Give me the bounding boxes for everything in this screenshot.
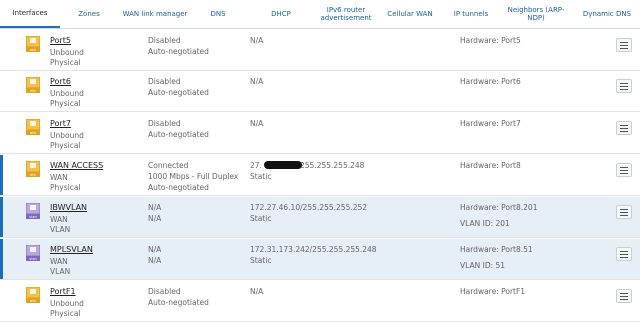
ethernet-port-icon: eth [26, 287, 40, 303]
interface-status: Connected [148, 161, 189, 170]
interface-ip-mode: Static [250, 214, 272, 223]
tab-bar: Interfaces Zones WAN link manager DNS DH… [0, 0, 640, 29]
interface-name-link[interactable]: MPLSVLAN [50, 245, 93, 254]
interface-hardware: Hardware: Port5 [460, 36, 521, 45]
selected-row-indicator [0, 155, 3, 195]
interface-speed: Auto-negotiated [148, 47, 209, 56]
svg-text:vlan: vlan [29, 257, 36, 261]
selected-row-indicator [0, 197, 3, 237]
tab-dns[interactable]: DNS [198, 0, 238, 28]
interface-vlan-id: VLAN ID: 201 [460, 219, 510, 228]
interface-zone: Unbound [50, 48, 84, 57]
tab-dynamic-dns[interactable]: Dynamic DNS [576, 0, 638, 28]
table-row: vlan MPLSVLAN WAN VLAN N/A N/A 172.31.17… [0, 239, 640, 280]
tab-ip-tunnels[interactable]: IP tunnels [448, 0, 494, 28]
interface-zone: WAN [50, 215, 68, 224]
tab-cellular-wan[interactable]: Cellular WAN [384, 0, 436, 28]
tab-interfaces[interactable]: Interfaces [0, 0, 60, 28]
interface-hardware: Hardware: Port7 [460, 119, 521, 128]
interface-zone: Unbound [50, 299, 84, 308]
row-menu-button[interactable] [616, 79, 632, 93]
svg-text:eth: eth [30, 131, 36, 135]
interface-ip: 172.31.173.242/255.255.255.248 [250, 245, 377, 254]
svg-text:eth: eth [30, 89, 36, 93]
interface-zone: WAN [50, 257, 68, 266]
interface-speed-mode: Auto-negotiated [148, 183, 209, 192]
row-menu-button[interactable] [616, 38, 632, 52]
svg-text:eth: eth [30, 173, 36, 177]
interface-hardware: Hardware: Port8.201 [460, 203, 538, 212]
interface-speed: N/A [148, 256, 162, 265]
interface-vlan-id: VLAN ID: 51 [460, 261, 506, 270]
ethernet-port-icon: eth [26, 36, 40, 52]
svg-text:eth: eth [30, 299, 36, 303]
interface-name-link[interactable]: Port6 [50, 77, 71, 86]
interface-name-link[interactable]: Port7 [50, 119, 71, 128]
row-menu-button[interactable] [616, 121, 632, 135]
interface-status: N/A [148, 245, 162, 254]
interface-type: VLAN [50, 225, 71, 234]
svg-text:vlan: vlan [29, 215, 36, 219]
interface-ip: 172.27.46.10/255.255.255.252 [250, 203, 368, 212]
interface-status: Disabled [148, 36, 181, 45]
interface-status: Disabled [148, 77, 181, 86]
interface-ip: N/A [250, 36, 264, 45]
tab-dhcp[interactable]: DHCP [246, 0, 316, 28]
interface-type: Physical [50, 99, 81, 108]
redacted-ip-mask [264, 161, 302, 169]
interface-ip-mode: Static [250, 172, 272, 181]
table-row: eth Port6 Unbound Physical Disabled Auto… [0, 71, 640, 112]
interface-status: Disabled [148, 287, 181, 296]
interface-ip-mode: Static [250, 256, 272, 265]
interface-ip-prefix: 27. [250, 161, 262, 170]
interface-name-link[interactable]: IBWVLAN [50, 203, 87, 212]
ethernet-port-icon: eth [26, 119, 40, 135]
interface-name-link[interactable]: PortF1 [50, 287, 76, 296]
tab-ipv6-router-advertisement[interactable]: IPv6 router advertisement [316, 0, 376, 28]
interface-type: Physical [50, 58, 81, 67]
tab-zones[interactable]: Zones [66, 0, 112, 28]
ethernet-port-icon: eth [26, 161, 40, 177]
interface-speed: Auto-negotiated [148, 298, 209, 307]
interface-type: Physical [50, 183, 81, 192]
interface-speed: 1000 Mbps - Full Duplex [148, 172, 239, 181]
interface-name-link[interactable]: WAN ACCESS [50, 161, 103, 170]
tab-wan-link-manager[interactable]: WAN link manager [118, 0, 192, 28]
interface-zone: Unbound [50, 131, 84, 140]
row-menu-button[interactable] [616, 289, 632, 303]
interface-speed: Auto-negotiated [148, 130, 209, 139]
table-row: eth Port7 Unbound Physical Disabled Auto… [0, 113, 640, 154]
svg-text:eth: eth [30, 48, 36, 52]
row-menu-button[interactable] [616, 205, 632, 219]
interface-type: VLAN [50, 267, 71, 276]
interface-zone: WAN [50, 173, 68, 182]
interface-hardware: Hardware: PortF1 [460, 287, 526, 296]
interface-ip: N/A [250, 119, 264, 128]
interface-type: Physical [50, 309, 81, 318]
interface-ip: N/A [250, 77, 264, 86]
interface-status: Disabled [148, 119, 181, 128]
interface-zone: Unbound [50, 89, 84, 98]
vlan-interface-icon: vlan [26, 245, 40, 261]
vlan-interface-icon: vlan [26, 203, 40, 219]
tab-neighbors-arp-ndp[interactable]: Neighbors (ARP-NDP) [504, 0, 568, 28]
selected-row-indicator [0, 239, 3, 279]
row-menu-button[interactable] [616, 247, 632, 261]
interface-netmask: 255.255.255.248 [300, 161, 365, 170]
interface-speed: Auto-negotiated [148, 88, 209, 97]
table-row: vlan IBWVLAN WAN VLAN N/A N/A 172.27.46.… [0, 197, 640, 238]
interface-status: N/A [148, 203, 162, 212]
table-row: eth WAN ACCESS WAN Physical Connected 10… [0, 155, 640, 196]
interface-name-link[interactable]: Port5 [50, 36, 71, 45]
ethernet-port-icon: eth [26, 77, 40, 93]
interface-speed: N/A [148, 214, 162, 223]
interface-ip: N/A [250, 287, 264, 296]
table-row: eth Port5 Unbound Physical Disabled Auto… [0, 30, 640, 71]
interface-hardware: Hardware: Port8 [460, 161, 521, 170]
interface-hardware: Hardware: Port6 [460, 77, 521, 86]
interface-hardware: Hardware: Port8.51 [460, 245, 533, 254]
row-menu-button[interactable] [616, 163, 632, 177]
interface-type: Physical [50, 141, 81, 150]
